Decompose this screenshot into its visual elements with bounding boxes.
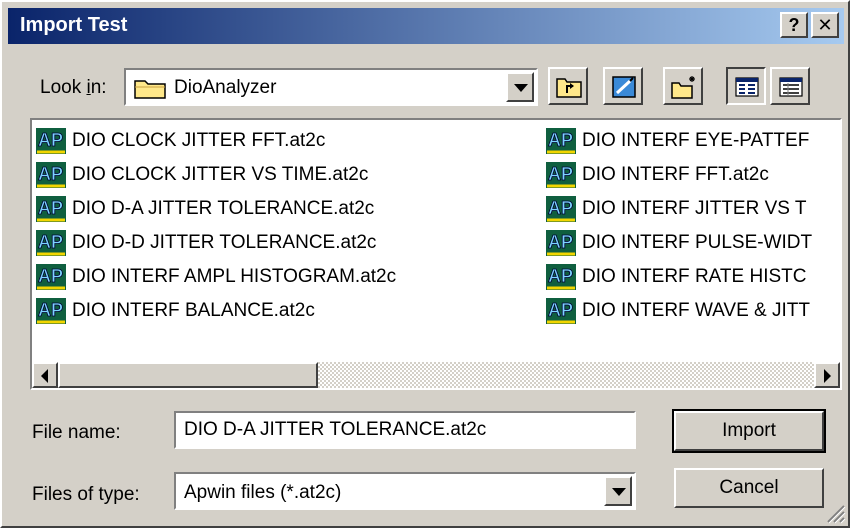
title-bar: Import Test ? ✕ [8, 8, 844, 44]
apwin-file-icon: AP [544, 296, 578, 326]
apwin-file-icon: AP [544, 228, 578, 258]
up-one-level-icon [556, 78, 582, 98]
file-name: DIO INTERF RATE HISTC [582, 266, 807, 287]
details-view-icon [779, 77, 803, 97]
svg-text:AP: AP [38, 232, 63, 252]
svg-text:AP: AP [548, 198, 573, 218]
file-item[interactable]: AP DIO INTERF JITTER VS T [544, 192, 840, 226]
window-title: Import Test [20, 14, 128, 36]
apwin-file-icon: AP [34, 126, 68, 156]
file-item[interactable]: AP DIO INTERF RATE HISTC [544, 260, 840, 294]
svg-text:AP: AP [548, 164, 573, 184]
file-list-column-1: AP DIO CLOCK JITTER FFT.at2c AP DIO CLOCK … [34, 124, 544, 328]
file-name: DIO INTERF JITTER VS T [582, 198, 807, 219]
file-item[interactable]: AP DIO INTERF BALANCE.at2c [34, 294, 544, 328]
file-name-field[interactable] [174, 411, 636, 449]
svg-text:AP: AP [548, 130, 573, 150]
apwin-file-icon: AP [34, 296, 68, 326]
svg-text:AP: AP [38, 300, 63, 320]
files-of-type-dropdown-button[interactable] [604, 476, 632, 506]
scrollbar-thumb[interactable] [58, 362, 318, 388]
svg-text:AP: AP [38, 266, 63, 286]
arrow-left-icon [41, 369, 48, 383]
file-item[interactable]: AP DIO D-A JITTER TOLERANCE.at2c [34, 192, 544, 226]
file-item[interactable]: AP DIO D-D JITTER TOLERANCE.at2c [34, 226, 544, 260]
folder-icon [134, 77, 168, 105]
file-name: DIO CLOCK JITTER VS TIME.at2c [72, 164, 369, 185]
up-one-level-button[interactable] [548, 67, 588, 105]
list-view-button[interactable] [726, 67, 766, 105]
import-button[interactable]: Import [672, 409, 826, 453]
apwin-file-icon: AP [34, 228, 68, 258]
help-button[interactable]: ? [780, 12, 808, 38]
file-item[interactable]: AP DIO INTERF AMPL HISTOGRAM.at2c [34, 260, 544, 294]
svg-text:AP: AP [548, 300, 573, 320]
chevron-down-icon [514, 84, 528, 92]
file-name: DIO INTERF BALANCE.at2c [72, 300, 315, 321]
desktop-icon [612, 76, 636, 98]
file-item[interactable]: AP DIO INTERF EYE-PATTEF [544, 124, 840, 158]
file-name: DIO D-A JITTER TOLERANCE.at2c [72, 198, 375, 219]
apwin-file-icon: AP [544, 262, 578, 292]
look-in-dropdown-button[interactable] [506, 72, 534, 102]
file-name: DIO INTERF PULSE-WIDT [582, 232, 813, 253]
horizontal-scrollbar[interactable] [32, 362, 840, 388]
chevron-down-icon [612, 488, 626, 496]
file-list[interactable]: AP DIO CLOCK JITTER FFT.at2c AP DIO CLOCK … [30, 118, 842, 390]
files-of-type-value: Apwin files (*.at2c) [184, 482, 342, 503]
file-name: DIO INTERF EYE-PATTEF [582, 130, 810, 151]
file-item[interactable]: AP DIO CLOCK JITTER VS TIME.at2c [34, 158, 544, 192]
new-folder-button[interactable] [663, 67, 703, 105]
svg-text:AP: AP [38, 130, 63, 150]
file-item[interactable]: AP DIO INTERF WAVE & JITT [544, 294, 840, 328]
file-item[interactable]: AP DIO INTERF PULSE-WIDT [544, 226, 840, 260]
apwin-file-icon: AP [544, 160, 578, 190]
cancel-button[interactable]: Cancel [674, 468, 824, 508]
look-in-dropdown[interactable]: DioAnalyzer [124, 68, 538, 106]
svg-text:AP: AP [548, 232, 573, 252]
file-name: DIO INTERF FFT.at2c [582, 164, 769, 185]
arrow-right-icon [824, 369, 831, 383]
details-view-button[interactable] [770, 67, 810, 105]
file-name: DIO INTERF AMPL HISTOGRAM.at2c [72, 266, 397, 287]
files-of-type-dropdown[interactable]: Apwin files (*.at2c) [174, 472, 636, 510]
file-name: DIO INTERF WAVE & JITT [582, 300, 810, 321]
files-of-type-label: Files of type: [32, 484, 140, 505]
apwin-file-icon: AP [34, 160, 68, 190]
file-name-label: File name: [32, 422, 121, 443]
close-button[interactable]: ✕ [811, 12, 839, 38]
file-name: DIO D-D JITTER TOLERANCE.at2c [72, 232, 377, 253]
apwin-file-icon: AP [34, 262, 68, 292]
file-item[interactable]: AP DIO INTERF FFT.at2c [544, 158, 840, 192]
file-item[interactable]: AP DIO CLOCK JITTER FFT.at2c [34, 124, 544, 158]
file-list-column-2: AP DIO INTERF EYE-PATTEF AP DIO INTERF FFT… [544, 124, 840, 328]
apwin-file-icon: AP [544, 126, 578, 156]
new-folder-icon [671, 76, 695, 99]
apwin-file-icon: AP [544, 194, 578, 224]
svg-text:AP: AP [38, 164, 63, 184]
look-in-value: DioAnalyzer [174, 77, 277, 98]
look-in-label: Look in: [40, 77, 107, 98]
list-view-icon [735, 77, 759, 97]
svg-text:AP: AP [548, 266, 573, 286]
scroll-right-button[interactable] [814, 362, 840, 388]
desktop-button[interactable] [603, 67, 643, 105]
resize-grip-icon[interactable] [824, 502, 846, 524]
apwin-file-icon: AP [34, 194, 68, 224]
scroll-left-button[interactable] [32, 362, 58, 388]
file-name: DIO CLOCK JITTER FFT.at2c [72, 130, 326, 151]
import-test-dialog: Import Test ? ✕ Look in: DioAnalyzer AP … [0, 0, 850, 528]
svg-text:AP: AP [38, 198, 63, 218]
